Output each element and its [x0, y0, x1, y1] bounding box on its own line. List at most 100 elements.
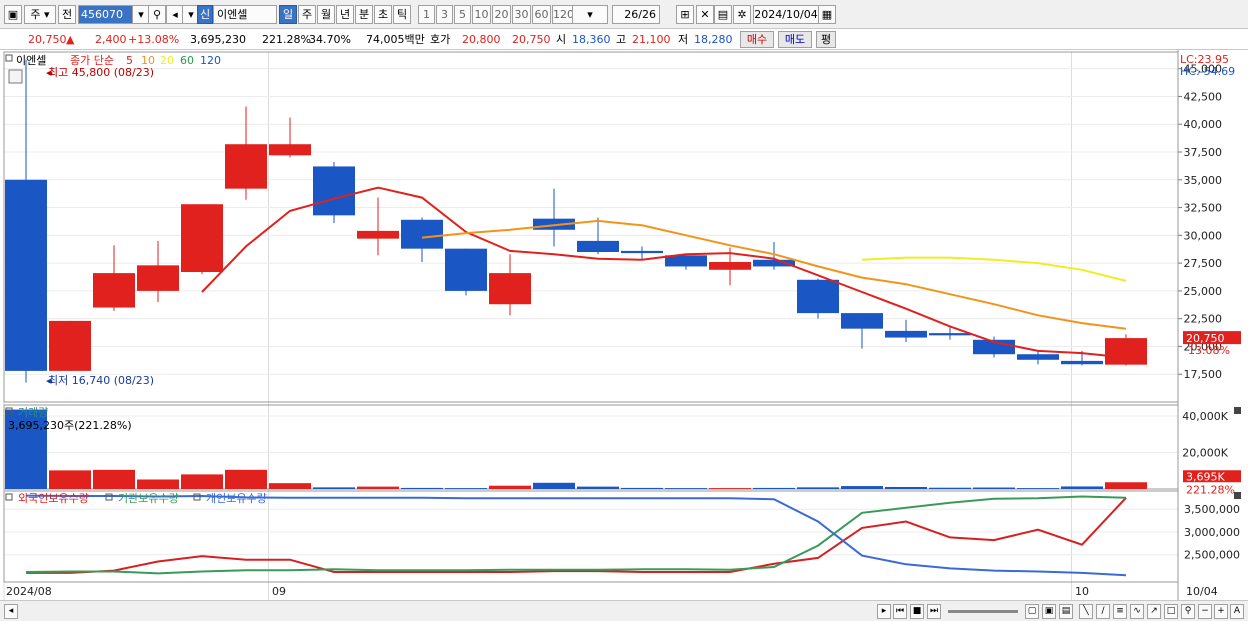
draw-trend-icon[interactable]: ∕	[1096, 604, 1110, 619]
candle-body-25	[1105, 338, 1147, 365]
high-label: 고	[616, 33, 627, 46]
volume-bar-10	[445, 488, 487, 489]
period-tab-3[interactable]: 년	[336, 5, 354, 24]
layout2-icon[interactable]: ▣	[1042, 604, 1056, 619]
interval-tab-5[interactable]: 30	[512, 5, 531, 24]
scroll-left-icon[interactable]: ◂	[4, 604, 18, 619]
candle-body-24	[1061, 360, 1103, 365]
interval-select[interactable]: ▾	[572, 5, 608, 24]
chart-area[interactable]: 17,50020,00022,50025,00027,50030,00032,5…	[0, 50, 1248, 600]
first-page-icon[interactable]: ⏮	[893, 604, 907, 619]
zoom-out-icon[interactable]: −	[1198, 604, 1212, 619]
period-tab-1[interactable]: 주	[298, 5, 316, 24]
interval-tab-3[interactable]: 10	[472, 5, 491, 24]
avg-button[interactable]: 평	[816, 31, 836, 48]
candle-body-19	[841, 313, 883, 329]
calendar-icon[interactable]: ▦	[818, 5, 836, 24]
hoga-label: 호가	[430, 33, 451, 46]
draw-line-icon[interactable]: ╲	[1079, 604, 1093, 619]
candle-body-21	[929, 333, 971, 336]
volume: 3,695,230	[190, 33, 246, 46]
candle-body-2	[93, 273, 135, 308]
date-input[interactable]: 2024/10/04	[753, 5, 819, 24]
magnifier-icon[interactable]: ⚲	[1181, 604, 1195, 619]
candle-body-23	[1017, 354, 1059, 360]
volume-bar-13	[577, 486, 619, 489]
window-icon[interactable]: ▣	[4, 5, 22, 24]
interval-tab-7[interactable]: 120	[552, 5, 574, 24]
hold-legend-2: 개인보유수량	[206, 492, 267, 505]
page-count: 26/26	[612, 5, 660, 24]
period-tab-6[interactable]: 틱	[393, 5, 411, 24]
period-tab-4[interactable]: 분	[355, 5, 373, 24]
scroll-right-icon[interactable]: ▸	[877, 604, 891, 619]
zoom-in-icon[interactable]: +	[1214, 604, 1228, 619]
gear-icon[interactable]: ✲	[733, 5, 751, 24]
interval-tab-0[interactable]: 1	[418, 5, 435, 24]
stock-code-input[interactable]: 456070	[78, 5, 136, 24]
low-label: 저	[678, 33, 689, 46]
draw-arrow-icon[interactable]: ↗	[1147, 604, 1161, 619]
layout-icon[interactable]: ▢	[1025, 604, 1039, 619]
interval-tab-6[interactable]: 60	[532, 5, 551, 24]
turnover: 34.70%	[309, 33, 351, 46]
zoom-slider[interactable]	[948, 610, 1018, 613]
volume-bar-12	[533, 482, 575, 489]
volume-bar-11	[489, 485, 531, 489]
calculator-icon	[8, 69, 23, 84]
vol-tag: 3,695K	[1186, 470, 1225, 483]
save-icon[interactable]: ▤	[714, 5, 732, 24]
x-label-1: 09	[272, 585, 286, 598]
interval-tab-1[interactable]: 3	[436, 5, 453, 24]
price-tick-label-7: 35,000	[1184, 174, 1223, 187]
low-price: 18,280	[694, 33, 733, 46]
prev-button[interactable]: 전	[58, 5, 76, 24]
volume-bar-1	[49, 470, 91, 489]
period-tab-2[interactable]: 월	[317, 5, 335, 24]
candle-body-0	[5, 179, 47, 371]
search-icon[interactable]: ⚲	[148, 5, 166, 24]
crosshair-icon[interactable]: ✕	[696, 5, 714, 24]
open-label: 시	[556, 33, 567, 46]
last-page-icon[interactable]: ⏭	[927, 604, 941, 619]
period-tab-0[interactable]: 일	[279, 5, 297, 24]
volume-bar-21	[929, 487, 971, 489]
hold-legend-0: 외국인보유수량	[18, 492, 89, 505]
buy-button[interactable]: 매수	[740, 31, 774, 48]
draw-fib-icon[interactable]: ≡	[1113, 604, 1127, 619]
auto-icon[interactable]: A	[1230, 604, 1244, 619]
volume-bar-14	[621, 487, 663, 489]
sell-button[interactable]: 매도	[778, 31, 812, 48]
draw-wave-icon[interactable]: ∿	[1130, 604, 1144, 619]
interval-tab-2[interactable]: 5	[454, 5, 471, 24]
price-tick-label-8: 37,500	[1184, 146, 1223, 159]
candle-body-4	[181, 204, 223, 272]
grid-icon[interactable]: ⊞	[676, 5, 694, 24]
stock-name[interactable]: 이엔셀	[213, 5, 277, 24]
type-select[interactable]: 주 ▾	[24, 5, 56, 24]
annotation-high-arrow-icon: ◂	[46, 66, 52, 79]
period-tab-5[interactable]: 초	[374, 5, 392, 24]
stop-icon[interactable]: ■	[910, 604, 924, 619]
ma-legend-120: 120	[200, 54, 221, 67]
vol-tick-label-1: 40,000K	[1182, 410, 1228, 423]
toolbar: ▣ 주 ▾ 전 456070 ▾ ⚲ ◂ ▾ 신 이엔셀 일주월년분초틱 135…	[0, 0, 1248, 29]
quote-bar: 20,750 ▲ 2,400 +13.08% 3,695,230 221.28%…	[0, 29, 1248, 50]
volume-title: 거래량	[18, 406, 48, 419]
volume-bar-18	[797, 487, 839, 489]
volume-bar-6	[269, 483, 311, 489]
current-price: 20,750	[28, 33, 67, 46]
volume-bar-20	[885, 486, 927, 489]
draw-box-icon[interactable]: □	[1164, 604, 1178, 619]
vol-close-icon	[1234, 407, 1241, 414]
layout3-icon[interactable]: ▤	[1059, 604, 1073, 619]
volume-bar-25	[1105, 482, 1147, 489]
open-price: 18,360	[572, 33, 611, 46]
volume-bar-7	[313, 487, 355, 489]
price-tick-label-6: 32,500	[1184, 202, 1223, 215]
price-tick-label-2: 22,500	[1184, 313, 1223, 326]
candle-body-1	[49, 320, 91, 371]
interval-tab-4[interactable]: 20	[492, 5, 511, 24]
hold-tick-label-1: 3,000,000	[1184, 526, 1240, 539]
x-label-2: 10	[1075, 585, 1089, 598]
